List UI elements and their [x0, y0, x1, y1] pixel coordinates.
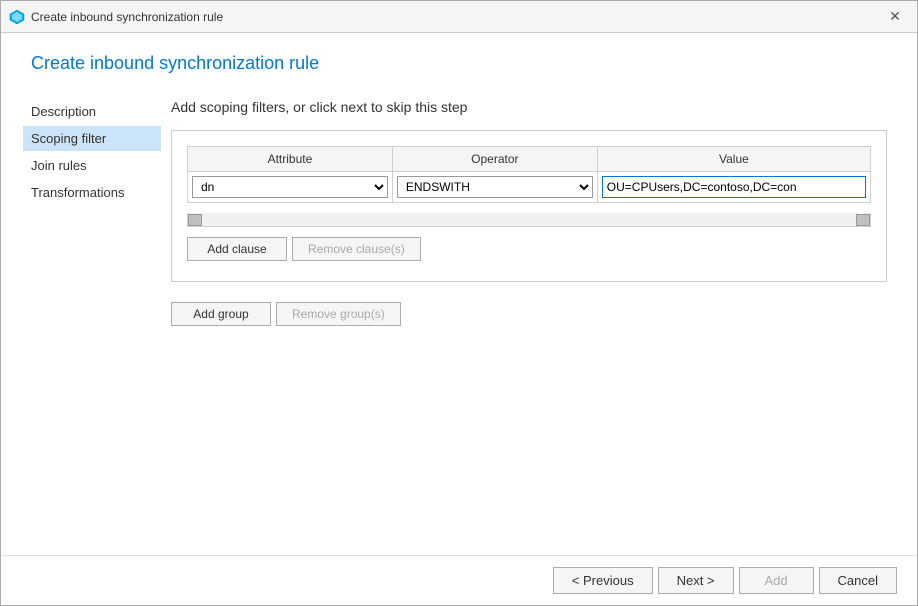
operator-cell: ENDSWITH — [392, 172, 597, 203]
group-buttons: Add group Remove group(s) — [171, 302, 887, 326]
sidebar-item-description[interactable]: Description — [31, 99, 161, 124]
close-button[interactable]: ✕ — [881, 3, 909, 31]
step-title: Add scoping filters, or click next to sk… — [171, 99, 887, 115]
table-row: dn ENDSWITH — [188, 172, 871, 203]
add-group-button[interactable]: Add group — [171, 302, 271, 326]
remove-clause-button[interactable]: Remove clause(s) — [292, 237, 421, 261]
title-bar-text: Create inbound synchronization rule — [31, 10, 881, 24]
sidebar-item-transformations[interactable]: Transformations — [31, 180, 161, 205]
next-button[interactable]: Next > — [658, 567, 734, 594]
operator-select[interactable]: ENDSWITH — [397, 176, 593, 198]
add-clause-button[interactable]: Add clause — [187, 237, 287, 261]
col-header-operator: Operator — [392, 147, 597, 172]
content-area: Create inbound synchronization rule Desc… — [1, 33, 917, 555]
attribute-cell: dn — [188, 172, 393, 203]
sidebar-item-scoping-filter[interactable]: Scoping filter — [23, 126, 161, 151]
remove-group-button[interactable]: Remove group(s) — [276, 302, 401, 326]
col-header-value: Value — [597, 147, 870, 172]
footer: < Previous Next > Add Cancel — [1, 555, 917, 605]
previous-button[interactable]: < Previous — [553, 567, 653, 594]
main-content: Description Scoping filter Join rules Tr… — [1, 84, 917, 555]
value-cell — [597, 172, 870, 203]
page-title: Create inbound synchronization rule — [1, 33, 917, 84]
title-bar: Create inbound synchronization rule ✕ — [1, 1, 917, 33]
horizontal-scrollbar[interactable] — [187, 213, 871, 227]
clause-buttons: Add clause Remove clause(s) — [187, 237, 871, 261]
add-button[interactable]: Add — [739, 567, 814, 594]
app-icon — [9, 9, 25, 25]
right-panel: Add scoping filters, or click next to sk… — [161, 84, 917, 555]
filter-container: Attribute Operator Value dn — [171, 130, 887, 282]
filter-table: Attribute Operator Value dn — [187, 146, 871, 203]
value-input[interactable] — [602, 176, 866, 198]
sidebar: Description Scoping filter Join rules Tr… — [1, 84, 161, 555]
cancel-button[interactable]: Cancel — [819, 567, 897, 594]
main-window: Create inbound synchronization rule ✕ Cr… — [0, 0, 918, 606]
sidebar-item-join-rules[interactable]: Join rules — [31, 153, 161, 178]
attribute-select[interactable]: dn — [192, 176, 388, 198]
col-header-attribute: Attribute — [188, 147, 393, 172]
